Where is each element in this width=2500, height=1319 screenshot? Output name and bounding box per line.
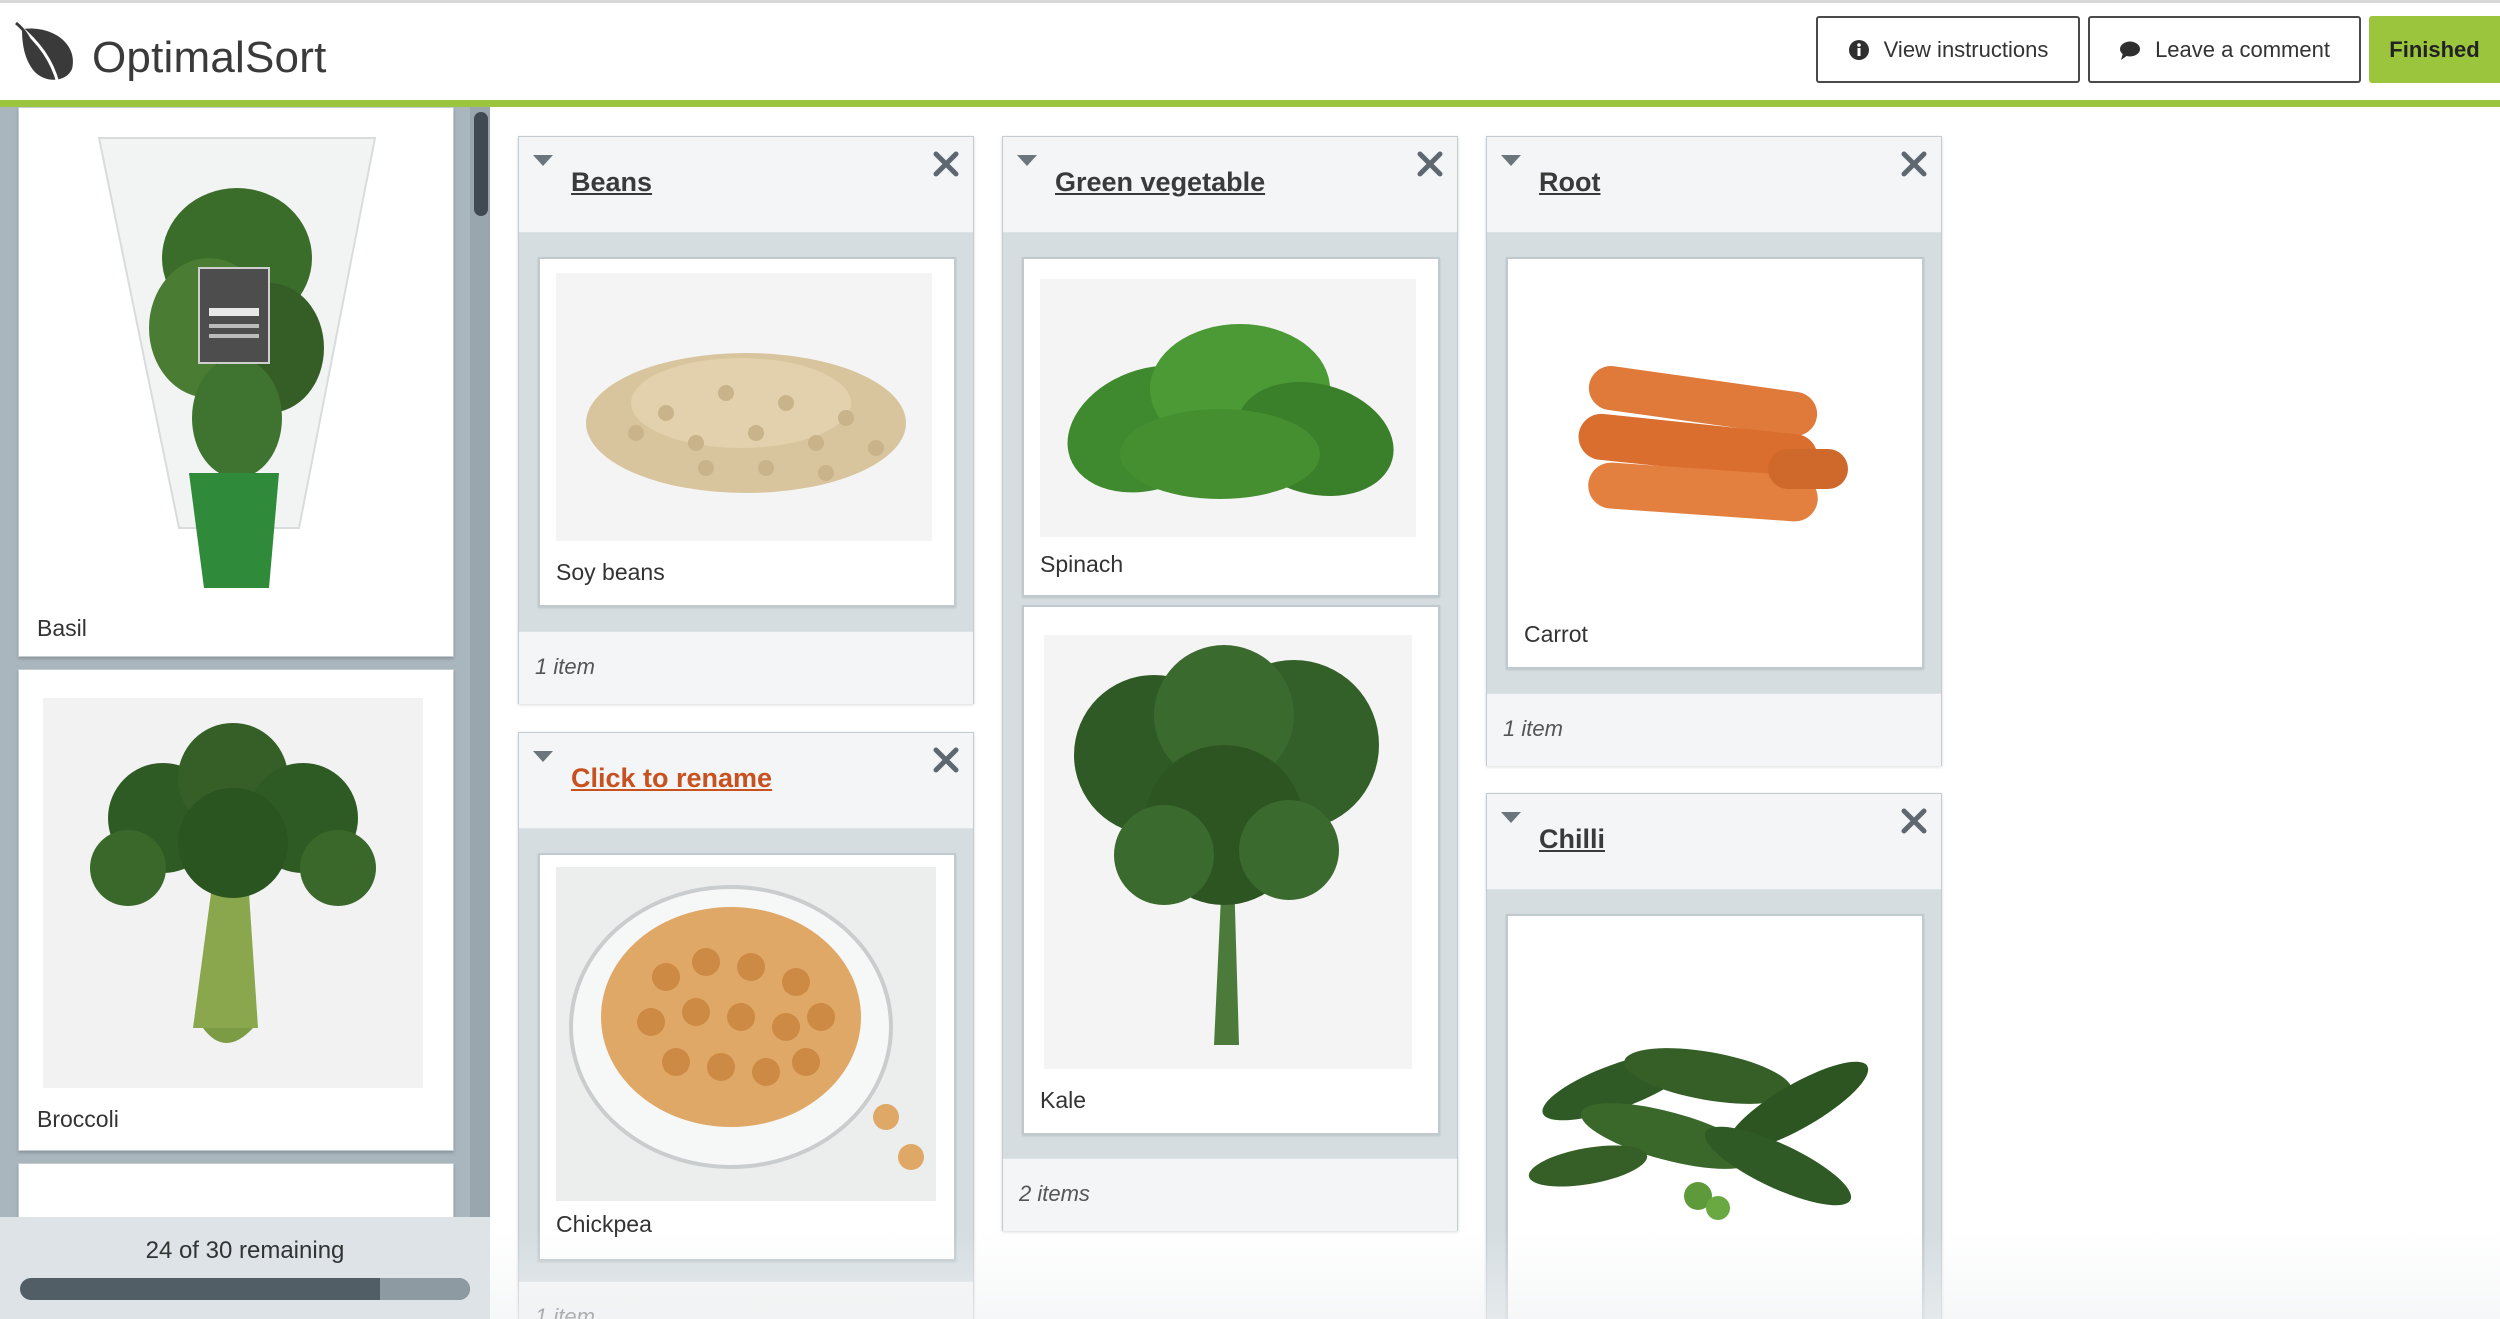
basil-photo <box>69 128 405 598</box>
progress-bar <box>20 1278 470 1300</box>
soy-beans-photo <box>556 273 932 541</box>
card-basil[interactable]: Basil <box>18 107 454 657</box>
app-name: OptimalSort <box>92 33 327 82</box>
card-spinach[interactable]: Spinach <box>1022 257 1440 597</box>
group-title[interactable]: Beans <box>571 167 652 198</box>
card-list-scrollbar[interactable] <box>470 107 490 1217</box>
kale-photo <box>1044 635 1412 1069</box>
card-label: Chickpea <box>556 1211 652 1237</box>
card-chilli[interactable] <box>1506 914 1924 1319</box>
unsorted-cards-panel: Basil Broccoli <box>0 107 490 1319</box>
card-broccoli[interactable]: Broccoli <box>18 669 454 1151</box>
broccoli-photo <box>43 698 423 1088</box>
view-instructions-button[interactable]: View instructions <box>1816 16 2080 83</box>
group-header: Beans <box>519 137 973 233</box>
view-instructions-label: View instructions <box>1883 36 2049 62</box>
card-label: Soy beans <box>556 559 665 585</box>
group-item-count: 1 item <box>535 654 595 679</box>
group-header: Chilli <box>1487 794 1941 890</box>
group-header: Root <box>1487 137 1941 233</box>
close-icon[interactable] <box>1899 149 1929 179</box>
card-soy-beans[interactable]: Soy beans <box>538 257 956 607</box>
group-footer: 2 items <box>1003 1158 1457 1231</box>
card-carrot[interactable]: Carrot <box>1506 257 1924 669</box>
close-icon[interactable] <box>1415 149 1445 179</box>
group-beans[interactable]: Beans Soy beans 1 item <box>518 136 974 704</box>
group-green-vegetable[interactable]: Green vegetable Spinach Kale 2 items <box>1002 136 1458 1231</box>
collapse-caret-icon[interactable] <box>1501 155 1521 166</box>
collapse-caret-icon[interactable] <box>533 155 553 166</box>
remaining-count: 24 of 30 remaining <box>145 1237 345 1264</box>
group-rename-link[interactable]: Click to rename <box>571 763 772 794</box>
carrot-photo <box>1568 359 1868 539</box>
close-icon[interactable] <box>931 745 961 775</box>
spinach-photo <box>1040 279 1416 537</box>
group-footer: 1 item <box>519 631 973 704</box>
group-unnamed[interactable]: Click to rename Chickpea 1 item <box>518 732 974 1319</box>
leave-comment-button[interactable]: Leave a comment <box>2088 16 2361 83</box>
leave-comment-label: Leave a comment <box>2155 36 2330 62</box>
group-header: Green vegetable <box>1003 137 1457 233</box>
finished-button[interactable]: Finished <box>2369 16 2500 83</box>
speech-bubble-icon <box>2120 41 2141 60</box>
card-label: Kale <box>1040 1087 1087 1113</box>
group-item-count: 1 item <box>535 1304 595 1319</box>
card-label: Broccoli <box>37 1106 119 1132</box>
group-title[interactable]: Green vegetable <box>1055 167 1265 198</box>
card-kale[interactable]: Kale <box>1022 605 1440 1135</box>
app-header: OptimalSort View instructions Leave a co… <box>0 3 2500 100</box>
collapse-caret-icon[interactable] <box>533 751 553 762</box>
card-label: Basil <box>37 615 87 641</box>
card-label: Spinach <box>1040 551 1124 577</box>
remaining-footer: 24 of 30 remaining <box>0 1217 490 1319</box>
group-chilli[interactable]: Chilli <box>1486 793 1942 1319</box>
group-item-count: 2 items <box>1019 1181 1090 1206</box>
header-accent-bar <box>0 100 2500 107</box>
group-footer: 1 item <box>519 1281 973 1319</box>
collapse-caret-icon[interactable] <box>1017 155 1037 166</box>
card-chickpea[interactable]: Chickpea <box>538 853 956 1261</box>
group-header: Click to rename <box>519 733 973 829</box>
group-title[interactable]: Root <box>1539 167 1600 198</box>
collapse-caret-icon[interactable] <box>1501 812 1521 823</box>
close-icon[interactable] <box>931 149 961 179</box>
chilli-photo <box>1528 996 1908 1236</box>
info-icon <box>1848 39 1869 60</box>
card-label: Carrot <box>1524 621 1588 647</box>
chickpea-photo <box>556 867 936 1201</box>
group-footer: 1 item <box>1487 693 1941 766</box>
close-icon[interactable] <box>1899 806 1929 836</box>
group-title[interactable]: Chilli <box>1539 824 1605 855</box>
group-root[interactable]: Root Carrot 1 item <box>1486 136 1942 766</box>
progress-bar-fill <box>380 1278 470 1300</box>
group-item-count: 1 item <box>1503 716 1563 741</box>
leaf-logo-icon <box>15 21 73 84</box>
card-list-scroll-thumb[interactable] <box>474 112 488 216</box>
